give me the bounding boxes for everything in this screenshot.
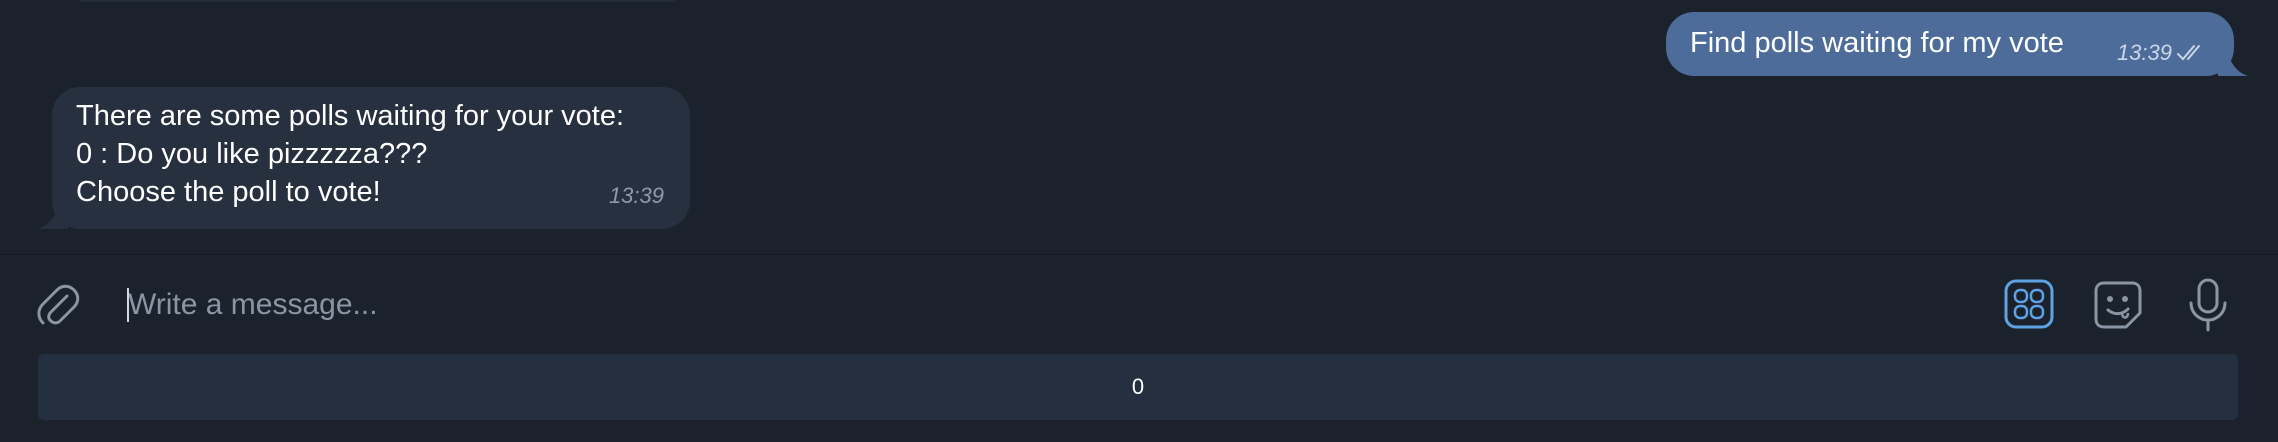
outgoing-message-text: Find polls waiting for my vote [1690,27,2064,59]
attach-button[interactable] [30,277,86,333]
message-list[interactable]: Find polls waiting for my vote 13:39 The… [0,0,2278,254]
message-line: 0 : Do you like pizzzzza??? [76,138,428,170]
incoming-message-time: 13:39 [608,183,664,208]
message-line: There are some polls waiting for your vo… [76,100,625,132]
microphone-icon [2189,278,2227,332]
bubble-tail [38,205,68,229]
sticker-button[interactable] [2090,277,2146,333]
text-cursor [127,288,129,322]
outgoing-message-time: 13:39 [2116,40,2172,65]
keyboard-button-label: 0 [1131,374,1145,399]
bot-commands-button[interactable] [2002,277,2056,331]
sticker-icon [2094,281,2142,329]
paperclip-icon [37,284,80,325]
outgoing-message-meta: 13:39 [2117,34,2206,72]
outgoing-message[interactable]: Find polls waiting for my vote 13:39 [1666,12,2248,76]
message-input[interactable] [126,279,1930,331]
bubble-tail [2218,52,2248,76]
keyboard-button-0[interactable]: 0 [38,354,2238,420]
double-check-icon [2177,45,2200,61]
bot-commands-icon [2004,279,2054,329]
incoming-message-text: There are some polls waiting for your vo… [76,97,624,211]
telegram-chat-window: Find polls waiting for my vote 13:39 The… [0,0,2278,442]
voice-message-button[interactable] [2180,275,2236,335]
message-line: Choose the poll to vote! [76,176,381,208]
incoming-message[interactable]: There are some polls waiting for your vo… [38,87,690,229]
message-composer [0,255,2278,352]
